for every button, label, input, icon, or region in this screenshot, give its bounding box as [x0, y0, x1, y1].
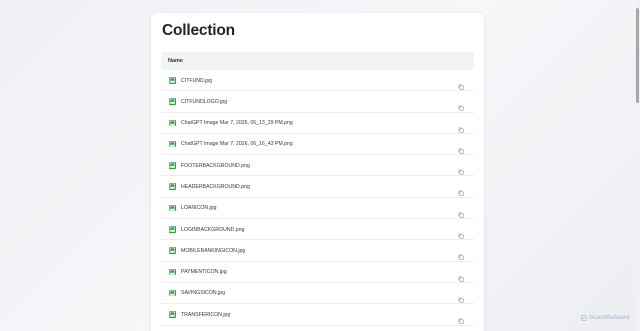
image-icon: [169, 247, 176, 254]
file-name[interactable]: LOGINBACKGROUND.png: [181, 227, 244, 233]
file-table: Name CITFUND.jpg CITFUNDLOGO.jpg ChatGPT I…: [161, 52, 474, 326]
image-icon: [169, 289, 176, 297]
image-icon: [169, 119, 176, 127]
file-name[interactable]: CITFUND.jpg: [181, 78, 212, 84]
copy-icon[interactable]: [458, 205, 464, 218]
table-body: CITFUND.jpg CITFUNDLOGO.jpg ChatGPT Image …: [161, 70, 474, 326]
image-icon: [169, 98, 176, 105]
watermark-text: ScanMalware: [588, 314, 630, 321]
watermark: ScanMalware: [580, 314, 630, 321]
image-icon: [169, 311, 176, 318]
file-name[interactable]: HEADERBACKGROUND.png: [181, 184, 250, 190]
copy-icon[interactable]: [458, 226, 464, 239]
table-row[interactable]: ChatGPT Image Mar 7, 2026, 06_13_29 PM.p…: [161, 113, 474, 134]
page-title: Collection: [162, 22, 235, 39]
file-name[interactable]: PAYMENTICON.jpg: [181, 269, 227, 275]
copy-icon[interactable]: [458, 183, 464, 197]
collection-card: Collection Name CITFUND.jpg CITFUNDLOGO.j…: [151, 13, 484, 331]
image-icon: [169, 140, 176, 148]
column-header-name: Name: [168, 58, 183, 64]
table-row[interactable]: TRANSFERICON.jpg: [161, 304, 474, 326]
table-row[interactable]: CITFUNDLOGO.jpg: [161, 91, 474, 113]
file-name[interactable]: SAVINGSICON.jpg: [181, 290, 225, 296]
file-name[interactable]: FOOTERBACKGROUND.png: [181, 163, 250, 169]
file-name[interactable]: CITFUNDLOGO.jpg: [181, 99, 227, 105]
copy-icon[interactable]: [458, 311, 464, 324]
page-scrollbar[interactable]: [635, 0, 640, 331]
copy-icon[interactable]: [458, 98, 464, 112]
image-icon: [169, 162, 176, 169]
table-row[interactable]: FOOTERBACKGROUND.png: [161, 155, 474, 177]
table-header: Name: [161, 52, 474, 70]
file-name[interactable]: TRANSFERICON.jpg: [181, 312, 230, 318]
table-row[interactable]: CITFUND.jpg: [161, 70, 474, 92]
image-icon: [169, 204, 176, 212]
image-icon: [169, 268, 176, 276]
copy-icon[interactable]: [458, 269, 464, 282]
copy-icon[interactable]: [458, 162, 464, 175]
table-row[interactable]: MOBILEBANKINGICON.jpg: [161, 240, 474, 262]
image-icon: [169, 77, 176, 84]
image-icon: [169, 183, 176, 190]
copy-icon[interactable]: [458, 77, 464, 90]
file-name[interactable]: ChatGPT Image Mar 7, 2026, 06_16_43 PM.p…: [181, 141, 293, 147]
copy-icon[interactable]: [458, 120, 464, 133]
copy-icon[interactable]: [458, 290, 464, 303]
file-name[interactable]: LOANICON.jpg: [181, 205, 216, 211]
copy-icon[interactable]: [458, 141, 464, 154]
table-row[interactable]: PAYMENTICON.jpg: [161, 262, 474, 283]
copy-icon[interactable]: [458, 247, 464, 261]
image-icon: [169, 226, 176, 233]
table-row[interactable]: SAVINGSICON.jpg: [161, 283, 474, 305]
file-name[interactable]: ChatGPT Image Mar 7, 2026, 06_13_29 PM.p…: [181, 120, 293, 126]
table-row[interactable]: HEADERBACKGROUND.png: [161, 176, 474, 198]
scanmalware-logo-icon: [580, 314, 587, 321]
scrollbar-thumb[interactable]: [636, 8, 639, 103]
file-name[interactable]: MOBILEBANKINGICON.jpg: [181, 248, 245, 254]
table-row[interactable]: ChatGPT Image Mar 7, 2026, 06_16_43 PM.p…: [161, 134, 474, 156]
table-row[interactable]: LOGINBACKGROUND.png: [161, 219, 474, 241]
table-row[interactable]: LOANICON.jpg: [161, 198, 474, 220]
